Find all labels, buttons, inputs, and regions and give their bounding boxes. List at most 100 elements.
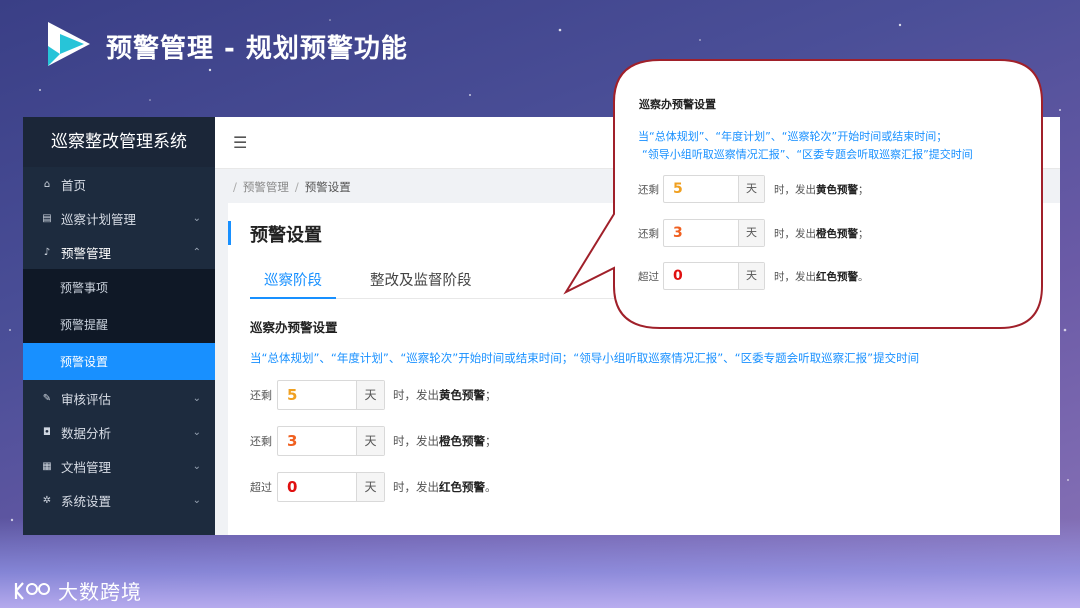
rule-desc-suffix: 。 — [485, 480, 497, 494]
rule-desc: 时，发出黄色预警； — [393, 387, 497, 403]
sidebar: 巡察整改管理系统 ⌂ 首页 ▤ 巡察计划管理 ⌄ ♪ 预警管理 ⌃ 预警事项 预… — [23, 117, 215, 535]
slide-title: 预警管理 - 规划预警功能 — [106, 34, 408, 64]
system-title: 巡察整改管理系统 — [23, 117, 215, 167]
sidebar-item-home[interactable]: ⌂ 首页 — [23, 167, 215, 201]
callout-days-input-orange[interactable]: 3 天 — [663, 219, 765, 247]
sidebar-item-label: 数据分析 — [61, 425, 112, 441]
days-value[interactable]: 3 — [278, 432, 356, 450]
sidebar-subitem-label: 预警提醒 — [60, 318, 109, 332]
days-value[interactable]: 5 — [278, 386, 356, 404]
chevron-down-icon: ⌄ — [192, 392, 201, 404]
rule-label: 超过 — [250, 481, 272, 494]
sidebar-item-settings[interactable]: ✲ 系统设置 ⌄ — [23, 483, 215, 517]
breadcrumb-separator: / — [294, 180, 299, 194]
document-icon: ▦ — [42, 460, 52, 472]
rule-desc-suffix: ； — [485, 388, 497, 402]
warning-level: 黄色预警 — [439, 388, 485, 402]
rule-desc-suffix: ； — [485, 434, 497, 448]
rule-desc-prefix: 时，发出 — [393, 388, 439, 402]
chevron-down-icon: ⌄ — [192, 494, 201, 506]
sidebar-item-plan[interactable]: ▤ 巡察计划管理 ⌄ — [23, 201, 215, 235]
sidebar-subitem-warning-items[interactable]: 预警事项 — [23, 269, 215, 306]
rule-desc: 时，发出黄色预警； — [774, 182, 869, 197]
collapse-menu-icon[interactable]: ☰ — [233, 133, 247, 152]
sidebar-item-label: 文档管理 — [61, 459, 112, 475]
rule-desc-suffix: ； — [858, 183, 869, 196]
rule-row-red: 超过 0 天 时，发出红色预警。 — [250, 472, 1038, 502]
sidebar-subitem-warning-reminder[interactable]: 预警提醒 — [23, 306, 215, 343]
days-value[interactable]: 0 — [664, 268, 738, 284]
sidebar-item-review[interactable]: ✎ 审核评估 ⌄ — [23, 381, 215, 415]
days-value[interactable]: 0 — [278, 478, 356, 496]
chevron-down-icon: ⌄ — [192, 460, 201, 472]
edit-icon: ✎ — [42, 392, 52, 404]
breadcrumb-item[interactable]: 预警管理 — [243, 179, 289, 195]
rule-desc-suffix: ； — [858, 227, 869, 240]
callout-days-input-yellow[interactable]: 5 天 — [663, 175, 765, 203]
callout-rule-line: “领导小组听取巡察情况汇报”、“区委专题会听取巡察汇报”提交时间 — [642, 148, 973, 161]
days-unit: 天 — [738, 176, 764, 202]
watermark-text: 大数跨境 — [58, 580, 142, 604]
days-input-yellow[interactable]: 5 天 — [277, 380, 385, 410]
rule-label: 还剩 — [638, 227, 659, 240]
rule-desc: 时，发出橙色预警； — [774, 226, 869, 241]
watermark-logo-icon — [14, 581, 50, 600]
warning-level: 橙色预警 — [439, 434, 485, 448]
sidebar-item-label: 系统设置 — [61, 493, 112, 509]
callout-days-input-red[interactable]: 0 天 — [663, 262, 765, 290]
days-unit: 天 — [356, 427, 384, 455]
rule-row-yellow: 还剩 5 天 时，发出黄色预警； — [250, 380, 1038, 410]
sidebar-subitem-label: 预警事项 — [60, 281, 109, 295]
sidebar-item-label: 首页 — [61, 177, 87, 193]
callout-rule-row-yellow: 还剩 5 天 时，发出黄色预警； — [638, 175, 869, 203]
callout-rule-row-red: 超过 0 天 时，发出红色预警。 — [638, 262, 869, 290]
bell-icon: ♪ — [43, 246, 51, 258]
days-unit: 天 — [738, 220, 764, 246]
sidebar-item-warning[interactable]: ♪ 预警管理 ⌃ — [23, 235, 215, 269]
sidebar-item-label: 巡察计划管理 — [61, 211, 137, 227]
days-unit: 天 — [738, 263, 764, 289]
chevron-up-icon: ⌃ — [192, 246, 201, 258]
warning-level: 红色预警 — [439, 480, 485, 494]
sidebar-subitem-warning-settings[interactable]: 预警设置 — [23, 343, 215, 380]
days-input-orange[interactable]: 3 天 — [277, 426, 385, 456]
rule-desc-prefix: 时，发出 — [774, 270, 816, 283]
sidebar-item-analysis[interactable]: ◘ 数据分析 ⌄ — [23, 415, 215, 449]
days-value[interactable]: 3 — [664, 225, 738, 241]
sidebar-subitem-label: 预警设置 — [60, 355, 109, 369]
rule-desc-suffix: 。 — [858, 270, 869, 283]
rule-desc-prefix: 时，发出 — [774, 227, 816, 240]
rule-row-orange: 还剩 3 天 时，发出橙色预警； — [250, 426, 1038, 456]
gear-icon: ✲ — [42, 494, 52, 506]
rule-label: 超过 — [638, 270, 659, 283]
callout-title: 巡察办预警设置 — [639, 98, 716, 111]
rule-label: 还剩 — [638, 183, 659, 196]
watermark: 大数跨境 — [12, 576, 142, 605]
sidebar-item-documents[interactable]: ▦ 文档管理 ⌄ — [23, 449, 215, 483]
tab-rectification-stage[interactable]: 整改及监督阶段 — [356, 263, 486, 299]
days-unit: 天 — [356, 473, 384, 501]
rule-desc-prefix: 时，发出 — [393, 480, 439, 494]
breadcrumb-current: 预警设置 — [304, 180, 351, 194]
warning-level: 黄色预警 — [816, 183, 858, 196]
callout-rule-description: 当“总体规划”、“年度计划”、“巡察轮次”开始时间或结束时间； “领导小组听取巡… — [638, 128, 973, 164]
chart-icon: ◘ — [43, 426, 51, 438]
play-logo-icon — [48, 22, 90, 66]
rule-desc: 时，发出红色预警。 — [393, 479, 497, 495]
rule-desc: 时，发出橙色预警； — [393, 433, 497, 449]
home-icon: ⌂ — [43, 178, 51, 190]
rule-desc-prefix: 时，发出 — [393, 434, 439, 448]
rule-desc-prefix: 时，发出 — [774, 183, 816, 196]
warning-level: 红色预警 — [816, 270, 858, 283]
days-input-red[interactable]: 0 天 — [277, 472, 385, 502]
sidebar-item-label: 审核评估 — [61, 391, 112, 407]
days-unit: 天 — [356, 381, 384, 409]
callout-rule-line: 当“总体规划”、“年度计划”、“巡察轮次”开始时间或结束时间； — [638, 130, 948, 143]
days-value[interactable]: 5 — [664, 181, 738, 197]
rule-desc: 时，发出红色预警。 — [774, 269, 869, 284]
callout-rule-row-orange: 还剩 3 天 时，发出橙色预警； — [638, 219, 869, 247]
chevron-down-icon: ⌄ — [192, 426, 201, 438]
tab-inspection-stage[interactable]: 巡察阶段 — [250, 263, 336, 299]
rule-label: 还剩 — [250, 435, 272, 448]
warning-level: 橙色预警 — [816, 227, 858, 240]
